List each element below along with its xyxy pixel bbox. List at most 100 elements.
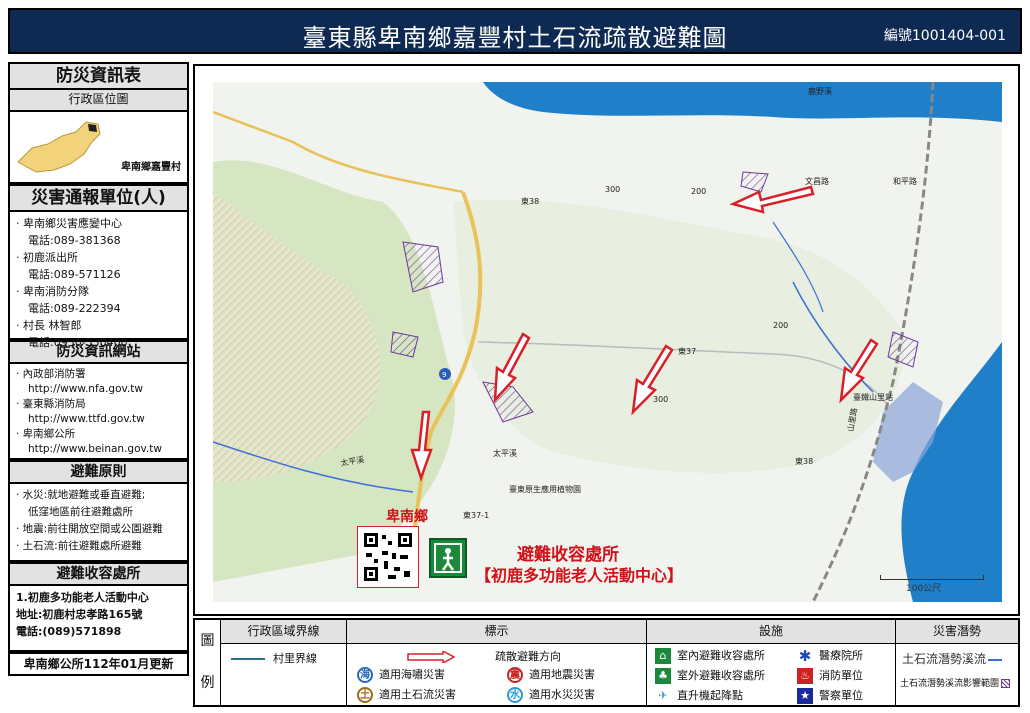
web-link[interactable]: http://www.beinan.gov.tw [16, 442, 181, 457]
principle-line: · 土石流:前往避難處所避難 [16, 540, 142, 552]
map-canvas: 鹿野溪 文昌路 和平路 臺鐵山里站 太平溪 臺東原生應用植物園 太平溪 東38 … [213, 82, 1002, 602]
label-r38b: 東38 [795, 456, 813, 466]
scale-label: 100公尺 [906, 584, 942, 594]
debris-zone [390, 331, 419, 358]
label-site: 臺東原生應用植物園 [509, 484, 581, 494]
label-elev: 200 [773, 321, 788, 330]
update-footer: 卑南鄉公所112年01月更新 [8, 652, 189, 676]
report-line: 電話:089-381368 [28, 234, 121, 247]
legend-col-sign: 標示 [347, 620, 647, 644]
stream-zone-item: 土石流潛勢溪流影響範圍 [900, 676, 1011, 689]
web-line: · 內政部消防署 [16, 368, 86, 380]
legend-col-facility: 設施 [647, 620, 896, 644]
debris-item: 土適用土石流災害 [357, 686, 456, 703]
location-map: 卑南鄉嘉豐村 [8, 112, 189, 184]
township-label: 卑南鄉 [386, 509, 428, 525]
legend-char: 圖 [200, 633, 215, 649]
report-line: · 卑南鄉災害應變中心 [16, 217, 122, 230]
label-elev: 200 [691, 187, 706, 196]
qr-code[interactable] [357, 526, 419, 588]
map-code: 編號1001404-001 [883, 28, 1006, 44]
web-line: · 卑南鄉公所 [16, 428, 76, 440]
title-bar: 臺東縣卑南鄉嘉豐村土石流疏散避難圖 編號1001404-001 [8, 8, 1022, 54]
outdoor-item: ♣ 室外避難收容處所 [655, 667, 765, 684]
report-line: · 卑南消防分隊 [16, 285, 89, 298]
web-link[interactable]: http://www.ttfd.gov.tw [16, 412, 181, 427]
report-title: 災害通報單位(人) [8, 184, 189, 212]
quake-item: 震適用地震災害 [507, 666, 595, 683]
label-r37: 東37 [678, 346, 696, 356]
principle-title: 避難原則 [8, 460, 189, 484]
report-line: 電話:089-571126 [28, 268, 121, 281]
legend-col-potential: 災害潛勢 [896, 620, 1018, 644]
principle-line: 低窪地區前往避難處所 [28, 506, 133, 518]
legend-char: 例 [200, 675, 215, 691]
stream-item: 土石流潛勢溪流 [902, 650, 1003, 667]
shelter-line: 地址:初鹿村忠孝路165號 [16, 608, 143, 621]
web-link[interactable]: http://www.nfa.gov.tw [16, 382, 181, 397]
township-shape [17, 121, 101, 173]
admin-label: 卑南鄉嘉豐村 [121, 162, 181, 173]
indoor-shelter-icon [429, 538, 467, 578]
tsunami-icon: 海 [357, 667, 373, 683]
stream-line-icon [988, 658, 1003, 661]
label-r9: 9 [442, 371, 446, 379]
principle-line: · 地震:前往開放空間或公園避難 [16, 523, 163, 535]
scale-bar: 100公尺 [880, 575, 984, 594]
legend-side: 圖 例 [195, 620, 221, 705]
shelter-list: 1.初鹿多功能老人活動中心 地址:初鹿村忠孝路165號 電話:(089)5718… [8, 586, 189, 652]
admin-title: 行政區位圖 [8, 90, 189, 112]
shelter-line: 電話:(089)571898 [16, 625, 122, 638]
fire-station-icon: ♨ [797, 668, 813, 684]
label-river2: 太平溪 [493, 448, 517, 458]
flood-item: 水適用水災災害 [507, 686, 595, 703]
tsunami-item: 海適用海嘯災害 [357, 666, 445, 683]
legend-col-admin: 行政區域界線 [221, 620, 347, 644]
info-title: 防災資訊表 [8, 62, 189, 90]
stream-zone-icon [1001, 679, 1011, 688]
heli-item: ✈ 直升機起降點 [655, 687, 743, 704]
legend-facility-cell: ⌂ 室內避難收容處所 ♣ 室外避難收容處所 ✈ 直升機起降點 ✱ 醫療院所 ♨ 消防單位 … [647, 644, 896, 705]
shelter-map-name: 【初鹿多功能老人活動中心】 [475, 566, 684, 585]
label-r37-1: 東37-1 [463, 510, 489, 520]
indoor-shelter-icon: ⌂ [655, 648, 671, 664]
police-icon: ★ [797, 688, 813, 704]
evacuation-map[interactable]: 鹿野溪 文昌路 和平路 臺鐵山里站 太平溪 臺東原生應用植物園 太平溪 東38 … [213, 82, 1002, 602]
report-list: · 卑南鄉災害應變中心 電話:089-381368 · 初鹿派出所 電話:089… [8, 212, 189, 349]
outdoor-shelter-icon: ♣ [655, 668, 671, 684]
report-line: · 初鹿派出所 [16, 251, 78, 264]
police-item: ★ 警察單位 [797, 687, 863, 704]
legend-sign-cell: 疏散避難方向 海適用海嘯災害 震適用地震災害 土適用土石流災害 水適用水災災害 [347, 644, 647, 705]
report-line: 電話:089-222394 [28, 302, 121, 315]
village-line-item: 村里界線 [231, 650, 317, 666]
web-list: · 內政部消防署 http://www.nfa.gov.tw · 臺東縣消防局 … [8, 364, 189, 460]
info-sidebar: 防災資訊表 行政區位圖 卑南鄉嘉豐村 災害通報單位(人) · 卑南鄉災害應變中心… [8, 62, 189, 707]
map-title: 臺東縣卑南鄉嘉豐村土石流疏散避難圖 [302, 24, 728, 52]
report-line: · 村長 林智郎 [16, 319, 82, 332]
legend-potential-cell: 土石流潛勢溪流 土石流潛勢溪流影響範圍 [896, 644, 1018, 705]
principle-line: · 水災:就地避難或垂直避難; [16, 489, 146, 501]
label-river1: 鹿野溪 [808, 86, 832, 96]
indoor-item: ⌂ 室內避難收容處所 [655, 647, 765, 664]
legend-admin-cell: 村里界線 [221, 644, 347, 705]
label-elev: 300 [605, 185, 620, 194]
shelter-callout: 避難收容處所 【初鹿多功能老人活動中心】 [357, 526, 697, 592]
web-line: · 臺東縣消防局 [16, 398, 86, 410]
evac-arrow-icon [407, 649, 456, 665]
map-frame: 鹿野溪 文昌路 和平路 臺鐵山里站 太平溪 臺東原生應用植物園 太平溪 東38 … [193, 64, 1020, 616]
evac-dir-item: 疏散避難方向 [407, 648, 561, 665]
medical-icon: ✱ [798, 647, 812, 665]
label-road1: 文昌路 [805, 176, 829, 186]
label-station: 臺鐵山里站 [853, 392, 893, 402]
quake-icon: 震 [507, 667, 523, 683]
helicopter-icon: ✈ [658, 689, 668, 702]
debris-icon: 土 [357, 687, 373, 703]
flood-icon: 水 [507, 687, 523, 703]
fire-item: ♨ 消防單位 [797, 667, 863, 684]
shelter-title: 避難收容處所 [8, 562, 189, 586]
label-road2: 和平路 [893, 176, 917, 186]
legend: 圖 例 行政區域界線 標示 設施 災害潛勢 村里界線 疏散避難方向 海適用海嘯災… [193, 618, 1020, 707]
hospital-item: ✱ 醫療院所 [798, 647, 863, 665]
shelter-line: 1.初鹿多功能老人活動中心 [16, 591, 149, 604]
label-elev: 300 [653, 395, 668, 404]
